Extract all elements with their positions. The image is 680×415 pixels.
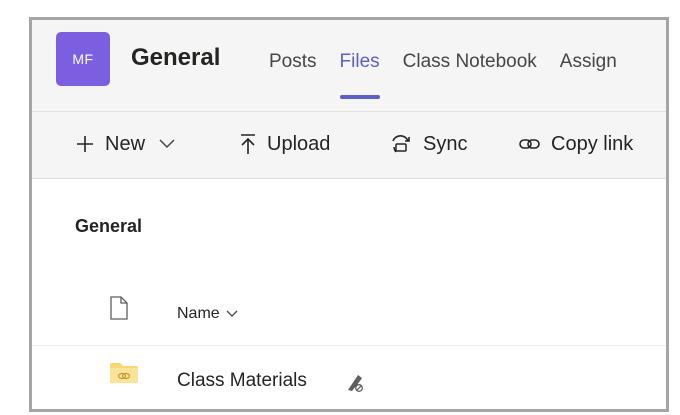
chevron-down-icon [159, 139, 175, 149]
upload-icon [241, 134, 255, 154]
tab-assignments[interactable]: Assign [560, 51, 617, 73]
teams-files-window: MF General Posts Files Class Notebook Assig… [29, 17, 669, 412]
document-icon[interactable] [110, 296, 128, 320]
plus-icon [77, 136, 93, 152]
sync-button-label: Sync [423, 132, 468, 155]
folder-icon [110, 363, 138, 383]
folder-breadcrumb: General [75, 216, 143, 236]
name-column-header[interactable]: Name [177, 305, 238, 323]
sync-button[interactable]: Sync [389, 130, 467, 158]
link-icon [519, 139, 540, 149]
chevron-down-icon [226, 310, 238, 317]
upload-button[interactable]: Upload [239, 130, 330, 158]
new-button[interactable]: New [75, 130, 175, 158]
tab-posts[interactable]: Posts [269, 51, 317, 73]
copy-link-button-label: Copy link [551, 132, 634, 155]
channel-header: MF General Posts Files Class Notebook Assig… [32, 20, 666, 112]
file-row[interactable]: Class Materials [32, 346, 666, 402]
channel-tabs: Posts Files Class Notebook Assign [269, 51, 640, 99]
sync-icon [392, 135, 410, 153]
team-avatar[interactable]: MF [56, 32, 110, 86]
tab-class-notebook[interactable]: Class Notebook [403, 51, 537, 73]
name-column-label: Name [177, 305, 220, 322]
new-button-label: New [105, 132, 146, 155]
files-content: General Name Class Materials [32, 179, 666, 409]
file-name[interactable]: Class Materials [177, 370, 307, 392]
channel-title: General [131, 44, 221, 71]
copy-link-button[interactable]: Copy link [519, 130, 633, 158]
tab-files[interactable]: Files [339, 51, 380, 99]
files-column-header: Name [32, 289, 666, 346]
class-materials-icon [348, 375, 363, 392]
files-toolbar: New Upload Sync Copy link [32, 112, 666, 179]
upload-button-label: Upload [267, 132, 331, 155]
